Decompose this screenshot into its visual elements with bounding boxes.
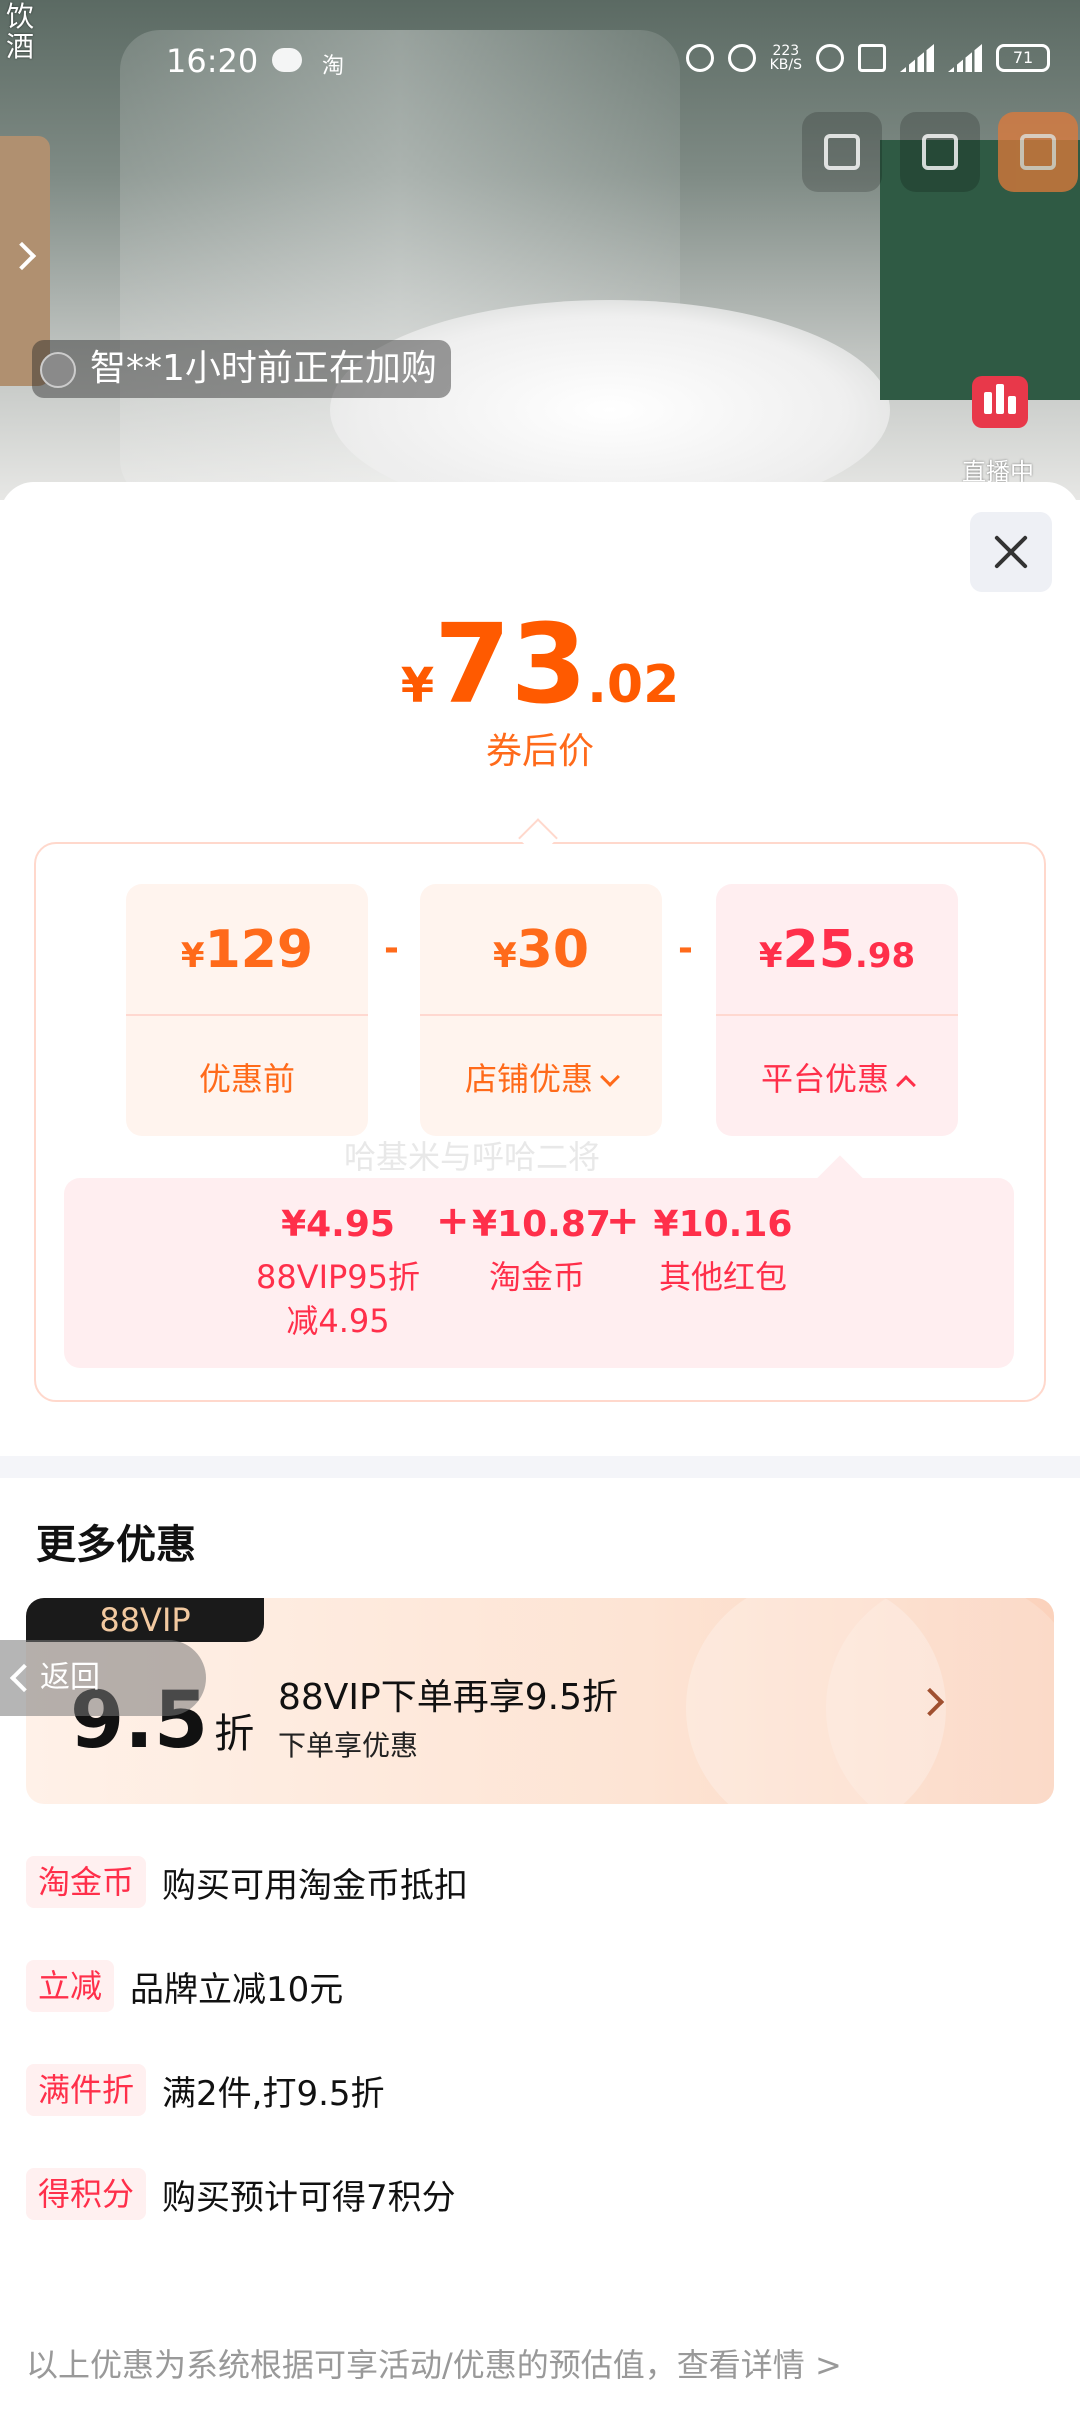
activity-notice-text: 智**1小时前正在加购 <box>90 348 437 389</box>
status-icons: 223 KB/S 71 <box>685 43 1050 73</box>
promo-tag: 得积分 <box>26 2168 147 2220</box>
promo-description: 满2件,打9.5折 <box>162 2073 385 2114</box>
promo-description: 购买可用淘金币抵扣 <box>162 1865 469 1906</box>
live-bars-icon <box>972 376 1028 428</box>
chevron-right-icon <box>7 241 37 271</box>
cart-icon <box>922 134 958 170</box>
avatar <box>40 352 76 388</box>
share-button[interactable] <box>802 112 882 192</box>
chevron-left-icon <box>9 1663 39 1693</box>
promo-row-instant-discount: 立减 品牌立减10元 <box>26 1958 343 2014</box>
back-label: 返回 <box>40 1660 100 1695</box>
watermark: 哈基米与呼哈二将 <box>344 1138 601 1176</box>
price-decimal: .02 <box>587 655 680 715</box>
taojinbi-value: ¥10.87 <box>472 1204 611 1245</box>
price-label: 券后价 <box>485 731 594 772</box>
vip-offer-title: 88VIP下单再享9.5折 <box>278 1677 619 1718</box>
more-button[interactable] <box>998 112 1078 192</box>
chevron-up-icon <box>896 1075 916 1095</box>
alarm-icon <box>685 44 714 72</box>
promo-row-multi-buy: 满件折 满2件,打9.5折 <box>26 2062 385 2118</box>
red-packet-value: ¥10.16 <box>653 1204 793 1245</box>
minus-sign-2: - <box>678 928 693 969</box>
store-amount: 30 <box>516 920 590 980</box>
promo-row-points: 得积分 购买预计可得7积分 <box>26 2166 456 2222</box>
price-currency-symbol: ¥ <box>400 658 435 714</box>
original-amount: 129 <box>204 920 314 980</box>
plus-sign-2: + <box>606 1198 640 1244</box>
store-currency: ¥ <box>492 936 517 976</box>
red-packet-item: ¥10.16 其他红包 <box>650 1204 796 1299</box>
platform-currency: ¥ <box>758 936 783 976</box>
store-discount-card[interactable]: ¥30 店铺优惠 <box>420 884 662 1136</box>
vip-offer-subtitle: 下单享优惠 <box>278 1729 419 1762</box>
red-packet-label: 其他红包 <box>658 1258 787 1296</box>
activity-notice: 智**1小时前正在加购 <box>32 340 451 398</box>
footer-details-link[interactable]: 以上优惠为系统根据可享活动/优惠的预估值，查看详情 > <box>26 2340 842 2386</box>
store-label: 店铺优惠 <box>464 1060 593 1098</box>
platform-label: 平台优惠 <box>760 1060 889 1098</box>
original-label: 优惠前 <box>198 1060 295 1098</box>
vip-discount-label: 88VIP95折 减4.95 <box>255 1258 421 1340</box>
promo-row-taojinbi: 淘金币 购买可用淘金币抵扣 <box>26 1854 468 1910</box>
platform-decimal: .98 <box>854 936 916 976</box>
promo-tag: 淘金币 <box>26 1856 147 1908</box>
cart-button[interactable] <box>900 112 980 192</box>
promo-description: 购买预计可得7积分 <box>162 2177 456 2218</box>
vip-discount-item: ¥4.95 88VIP95折 减4.95 <box>248 1204 428 1343</box>
plus-sign-1: + <box>436 1198 470 1244</box>
promo-tag: 立减 <box>26 1960 115 2012</box>
battery-icon: 71 <box>996 44 1050 72</box>
section-separator <box>0 1456 1080 1478</box>
more-icon <box>1020 134 1056 170</box>
chevron-down-icon <box>600 1067 620 1087</box>
minus-sign-1: - <box>384 928 399 969</box>
mute-icon <box>727 44 756 72</box>
promo-description: 品牌立减10元 <box>130 1969 344 2010</box>
wechat-notification-icon <box>272 48 302 72</box>
wifi-icon <box>816 44 844 72</box>
network-speed: 223 KB/S <box>769 43 802 73</box>
platform-discount-card[interactable]: ¥25.98 平台优惠 <box>716 884 958 1136</box>
original-price-card: ¥129 优惠前 <box>126 884 368 1136</box>
promo-tag: 满件折 <box>26 2064 147 2116</box>
signal-icon-1 <box>900 44 934 72</box>
more-discounts-title: 更多优惠 <box>36 1522 196 1568</box>
status-time: 16:20 <box>166 42 259 80</box>
taojinbi-item: ¥10.87 淘金币 <box>472 1204 611 1299</box>
status-bar: 16:20 淘 223 KB/S 71 <box>0 30 1080 90</box>
final-price: ¥73.02 <box>0 600 1080 728</box>
original-currency: ¥ <box>180 936 205 976</box>
hd-icon <box>858 44 886 72</box>
taobao-notification-icon: 淘 <box>322 54 345 79</box>
share-icon <box>824 134 860 170</box>
signal-icon-2 <box>948 44 982 72</box>
vip-badge: 88VIP <box>26 1598 264 1642</box>
vip-rate-unit: 折 <box>214 1711 255 1757</box>
vip-discount-value: ¥4.95 <box>281 1204 395 1245</box>
taojinbi-label: 淘金币 <box>488 1258 585 1296</box>
close-button[interactable] <box>970 512 1052 592</box>
platform-amount: 25 <box>782 920 855 980</box>
price-integer: 73 <box>434 600 588 728</box>
back-button[interactable]: 返回 <box>0 1640 206 1716</box>
